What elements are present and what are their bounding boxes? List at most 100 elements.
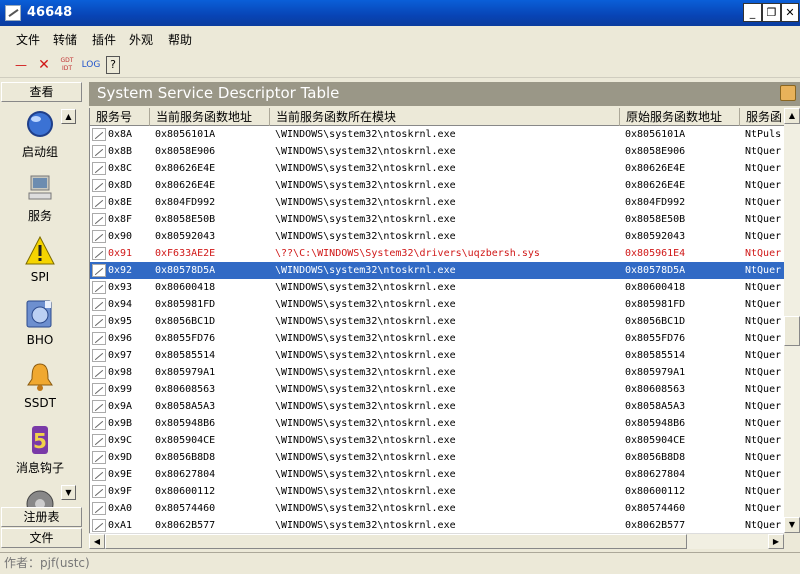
cell-cur: 0x8058E906 xyxy=(155,146,216,157)
cell-module: \??\C:\WINDOWS\System32\drivers\uqzbersh… xyxy=(275,248,540,259)
scroll-thumb[interactable] xyxy=(784,316,800,346)
cell-cur: 0x80592043 xyxy=(155,231,216,242)
registry-button[interactable]: 注册表 xyxy=(1,507,82,527)
table-row[interactable]: 0x9F 0x80600112 \WINDOWS\system32\ntoskrnl… xyxy=(90,483,784,500)
nav-label: SPI xyxy=(30,270,50,284)
row-icon xyxy=(92,247,106,260)
row-icon xyxy=(92,332,106,345)
row-icon xyxy=(92,383,106,396)
table-row[interactable]: 0x8C 0x80626E4E \WINDOWS\system32\ntoskrnl… xyxy=(90,160,784,177)
files-button[interactable]: 文件 xyxy=(1,528,82,548)
bell-icon xyxy=(27,363,53,391)
help-icon[interactable]: ? xyxy=(106,56,120,74)
cell-name: NtQuer xyxy=(745,231,782,242)
table-row[interactable]: 0xA1 0x8062B577 \WINDOWS\system32\ntoskrnl… xyxy=(90,517,784,533)
log-icon[interactable]: LOG xyxy=(80,56,102,74)
menu-appearance[interactable]: 外观 xyxy=(129,31,153,48)
cell-id: 0x8E xyxy=(108,197,133,208)
view-button[interactable]: 查看 xyxy=(1,82,82,102)
nav-services[interactable]: 服务 xyxy=(0,172,80,224)
table-row[interactable]: 0x95 0x8056BC1D \WINDOWS\system32\ntoskrnl… xyxy=(90,313,784,330)
cell-module: \WINDOWS\system32\ntoskrnl.exe xyxy=(275,231,456,242)
col-header-current-address[interactable]: 当前服务函数地址 xyxy=(150,108,270,126)
scroll-up-arrow[interactable]: ▲ xyxy=(784,108,800,124)
col-header-service-name[interactable]: 服务函 xyxy=(740,108,784,126)
col-header-current-module[interactable]: 当前服务函数所在模块 xyxy=(270,108,620,126)
cell-cur: 0x805979A1 xyxy=(155,367,216,378)
vertical-scrollbar[interactable]: ▲ ▼ xyxy=(784,108,800,533)
scroll-down-button[interactable]: ▼ xyxy=(61,485,76,500)
status-text: 作者：pjf(ustc) xyxy=(4,556,90,570)
row-icon xyxy=(92,451,106,464)
table-row[interactable]: 0x92 0x80578D5A \WINDOWS\system32\ntoskrnl… xyxy=(90,262,784,279)
cell-module: \WINDOWS\system32\ntoskrnl.exe xyxy=(275,333,456,344)
nav-label: 服务 xyxy=(27,209,52,223)
cell-name: NtQuer xyxy=(745,503,782,514)
cell-cur: 0x805981FD xyxy=(155,299,216,310)
cell-name: NtQuer xyxy=(745,146,782,157)
table-row[interactable]: 0x9B 0x805948B6 \WINDOWS\system32\ntoskrnl… xyxy=(90,415,784,432)
minus-icon[interactable]: — xyxy=(12,56,30,74)
nav-spi[interactable]: SPI xyxy=(0,235,80,284)
menu-file[interactable]: 文件 xyxy=(16,31,40,48)
nav-bho[interactable]: BHO xyxy=(0,298,80,347)
cell-name: NtQuer xyxy=(745,316,782,327)
table-row[interactable]: 0x8A 0x8056101A \WINDOWS\system32\ntoskrnl… xyxy=(90,126,784,143)
table-row[interactable]: 0x9A 0x8058A5A3 \WINDOWS\system32\ntoskrnl… xyxy=(90,398,784,415)
table-row[interactable]: 0x90 0x80592043 \WINDOWS\system32\ntoskrnl… xyxy=(90,228,784,245)
cell-id: 0x9F xyxy=(108,486,133,497)
nav-label: 启动组 xyxy=(21,145,58,159)
col-header-original-address[interactable]: 原始服务函数地址 xyxy=(620,108,740,126)
table-row[interactable]: 0x97 0x80585514 \WINDOWS\system32\ntoskrnl… xyxy=(90,347,784,364)
menu-plugins[interactable]: 插件 xyxy=(92,31,116,48)
table-row[interactable]: 0x8F 0x8058E50B \WINDOWS\system32\ntoskrnl… xyxy=(90,211,784,228)
row-icon xyxy=(92,145,106,158)
minimize-button[interactable]: _ xyxy=(743,3,762,22)
scroll-left-arrow[interactable]: ◀ xyxy=(89,534,105,549)
nav-message-hooks[interactable]: 5 消息钩子 xyxy=(0,424,80,476)
gdt-idt-icon[interactable]: GDT IDT xyxy=(58,56,76,74)
col-header-index[interactable]: 服务号 xyxy=(90,108,150,126)
nav-startup[interactable]: 启动组 xyxy=(0,108,80,160)
cell-name: NtQuer xyxy=(745,452,782,463)
table-row[interactable]: 0x8E 0x804FD992 \WINDOWS\system32\ntoskrnl… xyxy=(90,194,784,211)
close-button[interactable]: ✕ xyxy=(781,3,799,22)
cell-module: \WINDOWS\system32\ntoskrnl.exe xyxy=(275,401,456,412)
table-row[interactable]: 0x9D 0x8056B8D8 \WINDOWS\system32\ntoskrnl… xyxy=(90,449,784,466)
row-icon xyxy=(92,349,106,362)
scroll-right-arrow[interactable]: ▶ xyxy=(768,534,784,549)
cell-id: 0x8F xyxy=(108,214,133,225)
table-row[interactable]: 0x94 0x805981FD \WINDOWS\system32\ntoskrnl… xyxy=(90,296,784,313)
cell-cur: 0x80574460 xyxy=(155,503,216,514)
delete-icon[interactable]: ✕ xyxy=(35,56,53,74)
table-row[interactable]: 0x98 0x805979A1 \WINDOWS\system32\ntoskrnl… xyxy=(90,364,784,381)
cell-cur: 0x8056BC1D xyxy=(155,316,216,327)
cell-name: NtQuer xyxy=(745,282,782,293)
cell-id: 0x8B xyxy=(108,146,133,157)
cell-module: \WINDOWS\system32\ntoskrnl.exe xyxy=(275,384,456,395)
cell-cur: 0x8056B8D8 xyxy=(155,452,216,463)
pin-icon[interactable] xyxy=(780,85,796,101)
cell-cur: 0x80578D5A xyxy=(155,265,216,276)
table-row[interactable]: 0x8B 0x8058E906 \WINDOWS\system32\ntoskrnl… xyxy=(90,143,784,160)
cell-orig: 0x80626E4E xyxy=(625,180,686,191)
table-row[interactable]: 0x96 0x8055FD76 \WINDOWS\system32\ntoskrnl… xyxy=(90,330,784,347)
table-row[interactable]: 0x91 0xF633AE2E \??\C:\WINDOWS\System32\dr… xyxy=(90,245,784,262)
nav-ssdt[interactable]: SSDT xyxy=(0,361,80,410)
scroll-down-arrow[interactable]: ▼ xyxy=(784,517,800,533)
cell-orig: 0x8056B8D8 xyxy=(625,452,686,463)
cell-name: NtQuer xyxy=(745,469,782,480)
menu-help[interactable]: 帮助 xyxy=(168,31,192,48)
table-row[interactable]: 0x9C 0x805904CE \WINDOWS\system32\ntoskrnl… xyxy=(90,432,784,449)
restore-button[interactable]: ❐ xyxy=(762,3,781,22)
table-row[interactable]: 0x99 0x80608563 \WINDOWS\system32\ntoskrnl… xyxy=(90,381,784,398)
menu-dump[interactable]: 转储 xyxy=(53,31,77,48)
cell-id: 0x99 xyxy=(108,384,133,395)
cell-cur: 0x80608563 xyxy=(155,384,216,395)
table-row[interactable]: 0x93 0x80600418 \WINDOWS\system32\ntoskrnl… xyxy=(90,279,784,296)
table-row[interactable]: 0xA0 0x80574460 \WINDOWS\system32\ntoskrnl… xyxy=(90,500,784,517)
horizontal-scrollbar[interactable]: ◀ ▶ xyxy=(89,533,784,549)
table-row[interactable]: 0x8D 0x80626E4E \WINDOWS\system32\ntoskrnl… xyxy=(90,177,784,194)
hscroll-thumb[interactable] xyxy=(105,534,687,549)
table-row[interactable]: 0x9E 0x80627804 \WINDOWS\system32\ntoskrnl… xyxy=(90,466,784,483)
